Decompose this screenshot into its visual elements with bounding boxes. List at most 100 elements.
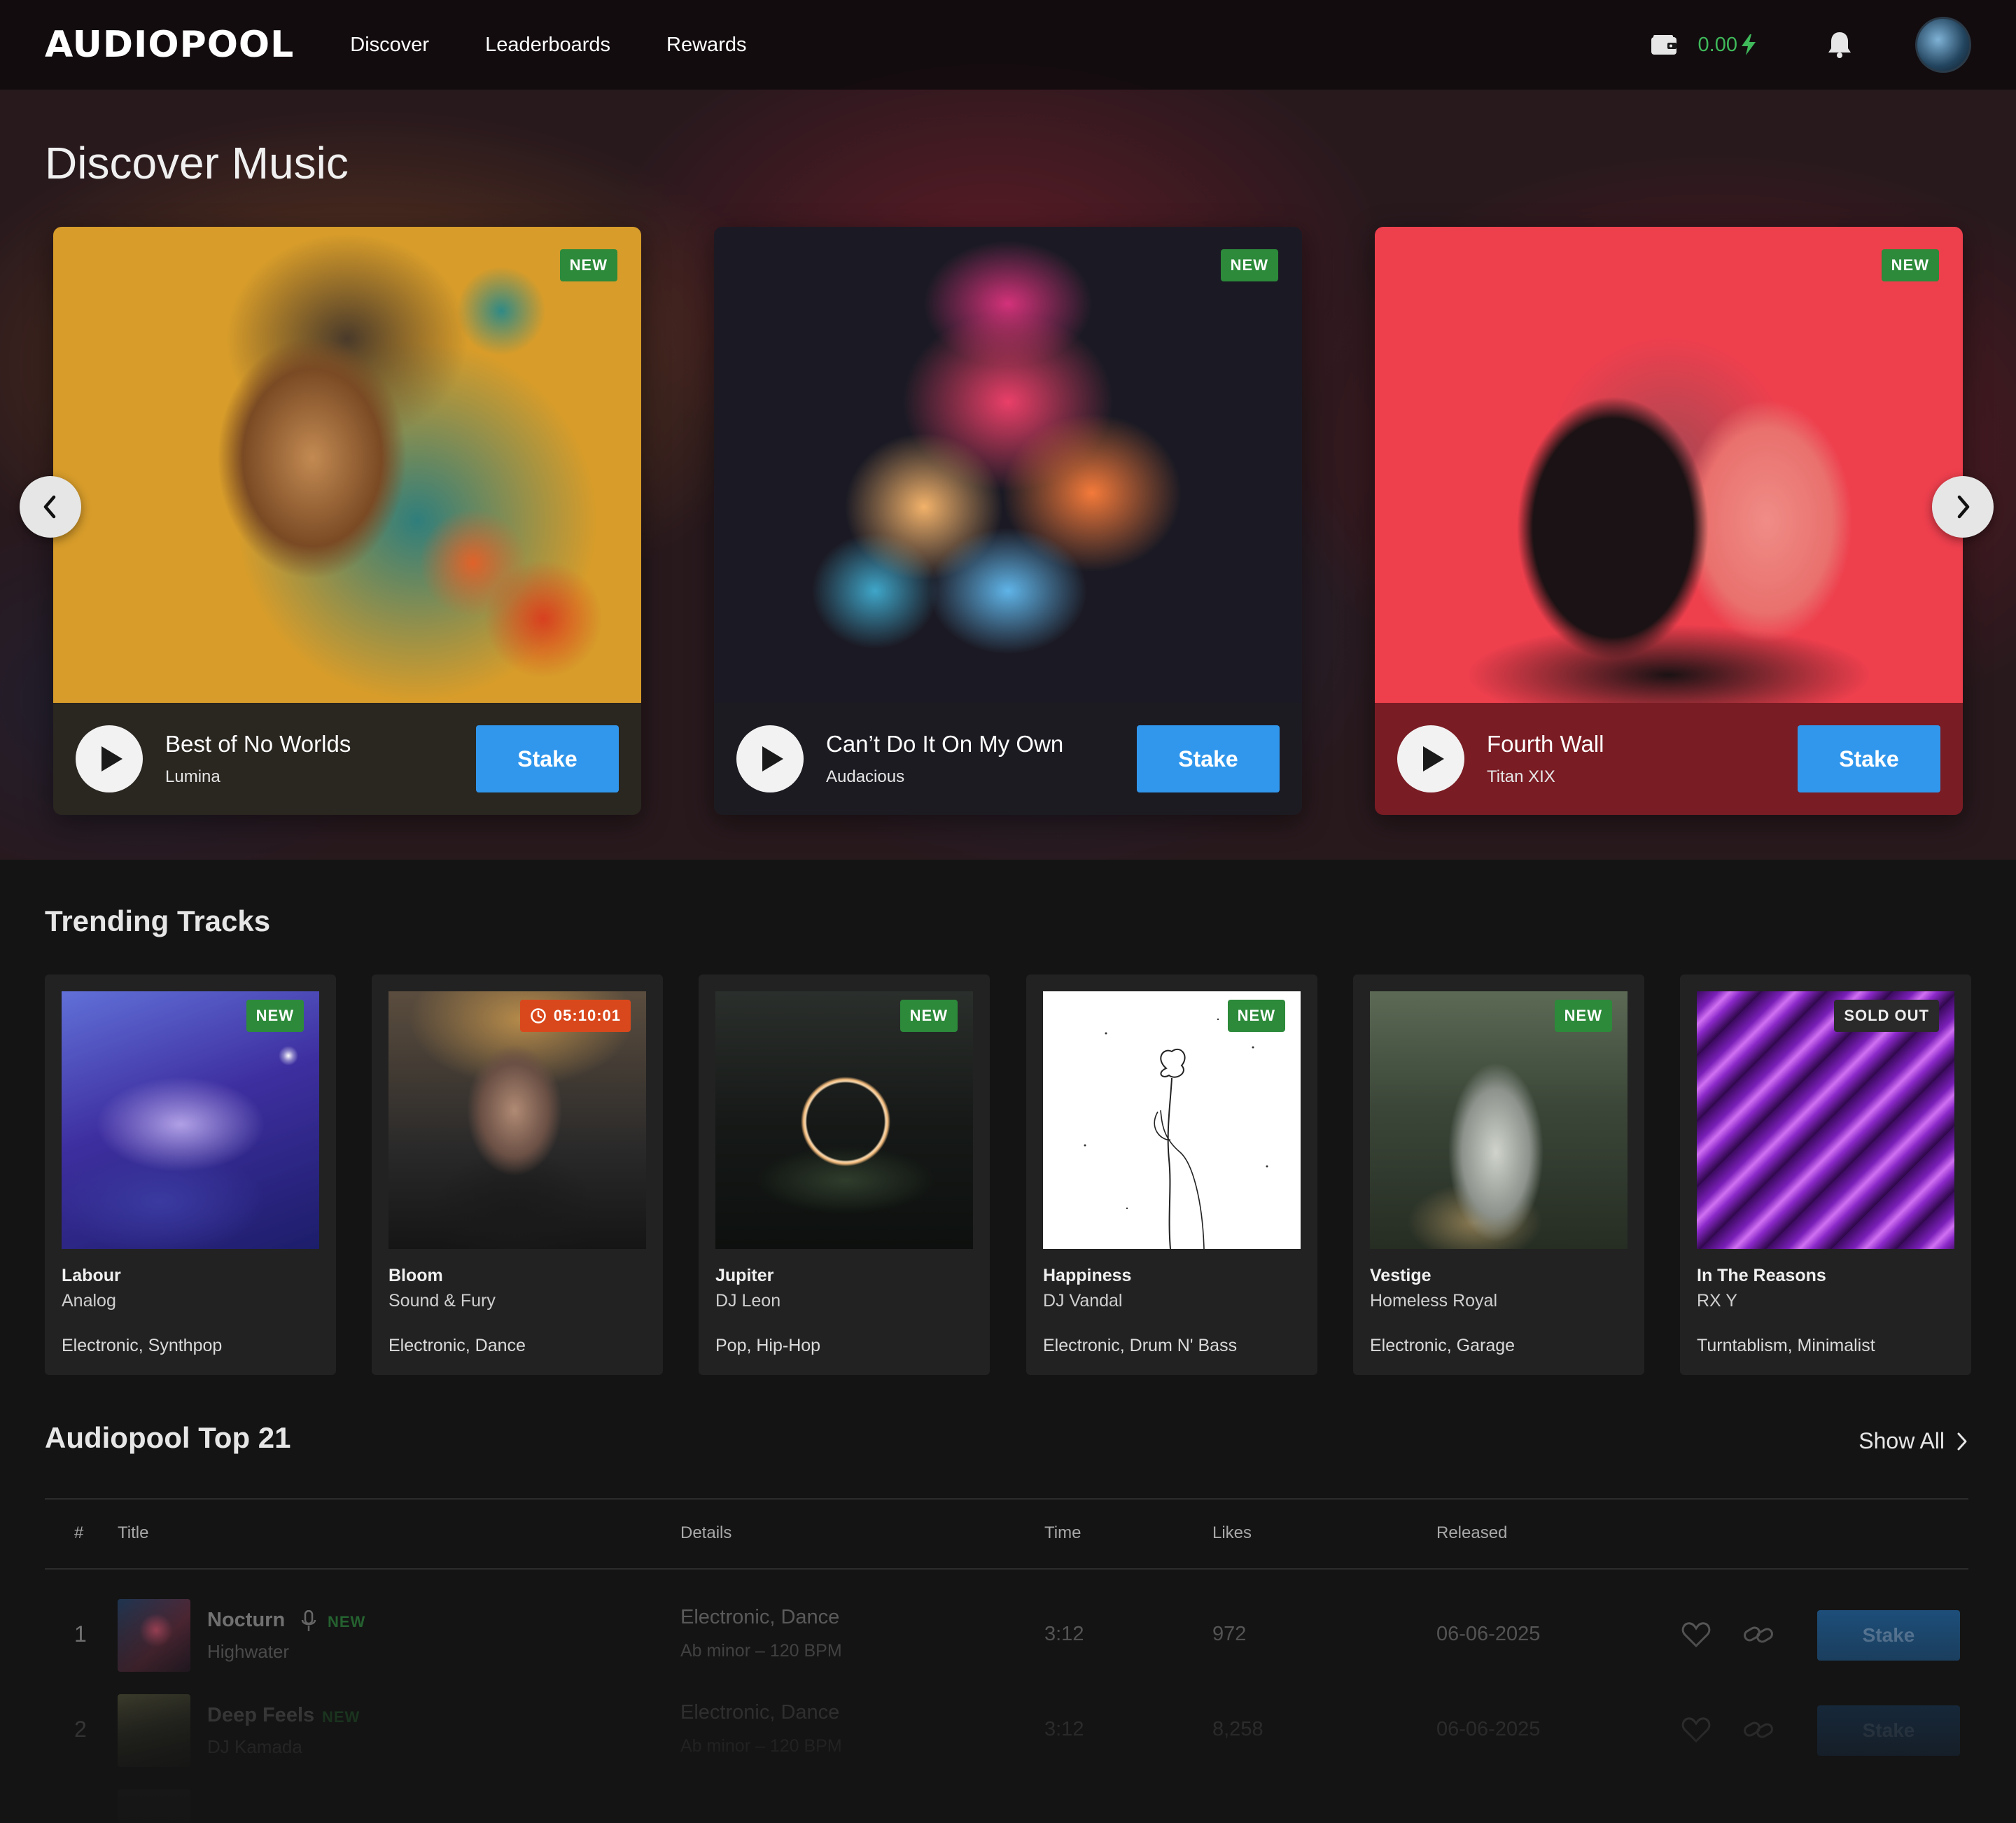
carousel-prev-button[interactable] bbox=[20, 476, 81, 538]
stake-button[interactable]: Stake bbox=[1798, 725, 1940, 792]
track-title[interactable]: Can’t Do It On My Own bbox=[826, 731, 1137, 757]
track-title[interactable]: Labour bbox=[62, 1266, 121, 1286]
featured-card[interactable]: NEW Can’t Do It On My Own Audacious Stak… bbox=[714, 227, 1302, 815]
new-badge: NEW bbox=[1881, 249, 1939, 281]
new-badge: NEW bbox=[1227, 1000, 1285, 1032]
chevron-right-icon bbox=[1957, 1432, 1967, 1450]
track-genres: Pop, Hip-Hop bbox=[715, 1336, 821, 1355]
track-title[interactable]: Happiness bbox=[1043, 1266, 1131, 1286]
top21-title: Audiopool Top 21 bbox=[45, 1421, 291, 1454]
table-row[interactable]: 2 Deep Feels NEW DJ Kamada Electronic, D… bbox=[45, 1683, 1968, 1778]
track-title[interactable]: Vestige bbox=[1370, 1266, 1432, 1286]
heart-icon[interactable] bbox=[1681, 1621, 1711, 1648]
featured-info-bar: Can’t Do It On My Own Audacious Stake bbox=[714, 703, 1302, 815]
bell-icon[interactable] bbox=[1827, 31, 1852, 59]
featured-card[interactable]: NEW Fourth Wall Titan XIX Stake bbox=[1375, 227, 1963, 815]
wallet-icon[interactable] bbox=[1651, 34, 1677, 55]
row-time: 3:12 bbox=[1044, 1718, 1084, 1740]
trending-card[interactable]: NEW Jupiter DJ Leon Pop, Hip-Hop bbox=[699, 975, 990, 1375]
user-avatar[interactable] bbox=[1915, 17, 1971, 73]
track-thumbnail bbox=[118, 1694, 190, 1767]
col-details: Details bbox=[680, 1523, 732, 1542]
track-artist[interactable]: Homeless Royal bbox=[1370, 1291, 1497, 1311]
trending-card[interactable]: NEW Happiness DJ Vandal Electronic, Drum… bbox=[1026, 975, 1317, 1375]
carousel-next-button[interactable] bbox=[1932, 476, 1994, 538]
row-artist[interactable]: DJ Kamada bbox=[207, 1736, 302, 1758]
show-all-link[interactable]: Show All bbox=[1858, 1428, 1970, 1454]
col-released: Released bbox=[1436, 1523, 1508, 1542]
track-title[interactable]: In The Reasons bbox=[1697, 1266, 1826, 1286]
row-title[interactable]: Nocturn bbox=[207, 1609, 285, 1632]
track-artist[interactable]: Audacious bbox=[826, 767, 1137, 787]
heart-icon[interactable] bbox=[1681, 1717, 1711, 1743]
sold-out-badge: SOLD OUT bbox=[1834, 1000, 1939, 1032]
trending-card[interactable]: NEW Labour Analog Electronic, Synthpop bbox=[45, 975, 336, 1375]
featured-card[interactable]: NEW Best of No Worlds Lumina Stake bbox=[53, 227, 641, 815]
stake-button[interactable]: Stake bbox=[476, 725, 619, 792]
track-artist[interactable]: Analog bbox=[62, 1291, 116, 1311]
stake-button[interactable]: Stake bbox=[1817, 1610, 1960, 1661]
track-artist[interactable]: Lumina bbox=[165, 767, 476, 787]
trending-card[interactable]: NEW Vestige Homeless Royal Electronic, G… bbox=[1353, 975, 1644, 1375]
new-badge: NEW bbox=[246, 1000, 304, 1032]
chevron-left-icon bbox=[43, 495, 56, 519]
track-title[interactable]: Jupiter bbox=[715, 1266, 774, 1286]
track-title[interactable]: Best of No Worlds bbox=[165, 731, 476, 757]
microphone-icon bbox=[301, 1610, 316, 1631]
play-button[interactable] bbox=[76, 725, 143, 792]
nav-leaderboards[interactable]: Leaderboards bbox=[485, 34, 610, 57]
track-genres: Turntablism, Minimalist bbox=[1697, 1336, 1875, 1355]
track-genres: Electronic, Garage bbox=[1370, 1336, 1516, 1355]
play-icon bbox=[762, 746, 783, 771]
album-art bbox=[714, 227, 1302, 703]
featured-info-bar: Best of No Worlds Lumina Stake bbox=[53, 703, 641, 815]
link-icon[interactable] bbox=[1743, 1718, 1774, 1742]
row-rank: 1 bbox=[74, 1621, 87, 1647]
play-icon bbox=[102, 746, 122, 771]
album-art bbox=[1375, 227, 1963, 703]
track-title[interactable]: Fourth Wall bbox=[1487, 731, 1798, 757]
album-art bbox=[53, 227, 641, 703]
track-genres: Electronic, Synthpop bbox=[62, 1336, 223, 1355]
play-button[interactable] bbox=[1397, 725, 1464, 792]
col-likes: Likes bbox=[1212, 1523, 1252, 1542]
nav-discover[interactable]: Discover bbox=[350, 34, 429, 57]
new-badge: NEW bbox=[899, 1000, 958, 1032]
top-navigation: AUDIOPOOL Discover Leaderboards Rewards … bbox=[0, 0, 2016, 90]
show-all-label: Show All bbox=[1858, 1428, 1945, 1453]
nav-rewards[interactable]: Rewards bbox=[666, 34, 746, 57]
row-released: 06-06-2025 bbox=[1436, 1718, 1541, 1740]
track-artist[interactable]: Sound & Fury bbox=[388, 1291, 496, 1311]
track-artist[interactable]: DJ Leon bbox=[715, 1291, 780, 1311]
row-artist[interactable]: Highwater bbox=[207, 1641, 289, 1663]
countdown-badge: 05:10:01 bbox=[519, 1000, 631, 1032]
play-icon bbox=[1423, 746, 1444, 771]
row-title[interactable]: Deep Feels bbox=[207, 1704, 314, 1727]
countdown-text: 05:10:01 bbox=[553, 1007, 621, 1024]
play-button[interactable] bbox=[736, 725, 804, 792]
row-likes: 8,258 bbox=[1212, 1718, 1264, 1740]
new-badge: NEW bbox=[1220, 249, 1278, 281]
new-badge: NEW bbox=[1554, 1000, 1612, 1032]
stake-button[interactable]: Stake bbox=[1137, 725, 1280, 792]
table-row[interactable]: 1 Nocturn NEW Highwater Electronic, Danc… bbox=[45, 1588, 1968, 1683]
audiopool-logo[interactable]: AUDIOPOOL bbox=[45, 24, 294, 66]
track-artist[interactable]: DJ Vandal bbox=[1043, 1291, 1123, 1311]
table-row[interactable] bbox=[45, 1778, 1968, 1823]
col-title: Title bbox=[118, 1523, 149, 1542]
balance-display[interactable]: 0.00 bbox=[1698, 34, 1757, 57]
chevron-right-icon bbox=[1957, 495, 1970, 519]
row-released: 06-06-2025 bbox=[1436, 1623, 1541, 1645]
trending-card[interactable]: SOLD OUT In The Reasons RX Y Turntablism… bbox=[1680, 975, 1971, 1375]
trending-title: Trending Tracks bbox=[45, 904, 271, 937]
page-title: Discover Music bbox=[45, 138, 349, 188]
trending-card[interactable]: 05:10:01 Bloom Sound & Fury Electronic, … bbox=[372, 975, 663, 1375]
track-title[interactable]: Bloom bbox=[388, 1266, 443, 1286]
row-genres: Electronic, Dance bbox=[680, 1701, 840, 1724]
stake-button[interactable]: Stake bbox=[1817, 1705, 1960, 1756]
track-artist[interactable]: RX Y bbox=[1697, 1291, 1737, 1311]
row-rank: 2 bbox=[74, 1717, 87, 1742]
bolt-icon bbox=[1742, 34, 1756, 55]
link-icon[interactable] bbox=[1743, 1623, 1774, 1647]
track-artist[interactable]: Titan XIX bbox=[1487, 767, 1798, 787]
